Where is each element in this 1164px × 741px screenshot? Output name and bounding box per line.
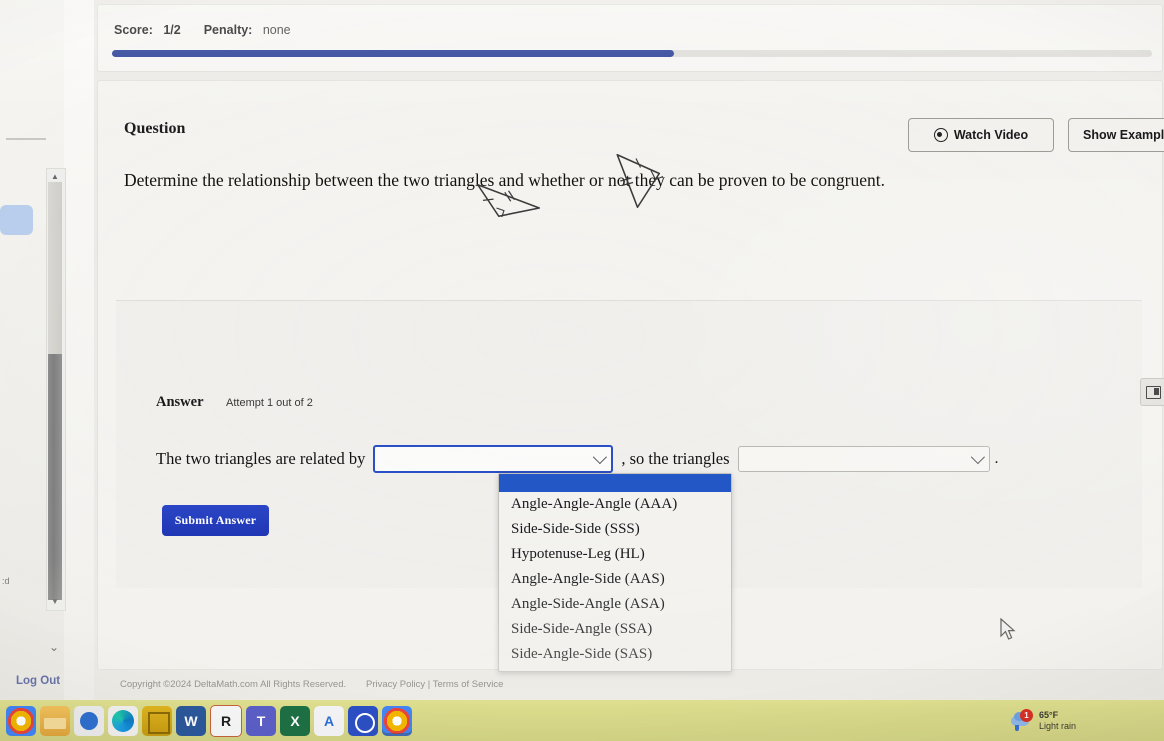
scroll-up-arrow-icon[interactable]: ▲ <box>50 172 60 182</box>
score-label: Score: <box>114 23 153 37</box>
desktop: :d ▲ ▼ ⌄ Log Out Score: 1/2 Penalty: non… <box>0 0 1164 741</box>
mouse-cursor <box>1000 618 1016 640</box>
score-card: Score: 1/2 Penalty: none <box>97 4 1163 72</box>
blue-app-taskbar-icon[interactable] <box>348 706 378 736</box>
congruence-select[interactable] <box>737 446 990 472</box>
submit-answer-button[interactable]: Submit Answer <box>162 505 269 536</box>
answer-sentence-row: The two triangles are related by , so th… <box>156 444 999 474</box>
scrollbar-track-upper[interactable] <box>48 182 62 354</box>
dropdown-option[interactable]: Side-Side-Angle (SSA) <box>499 617 731 642</box>
dropdown-option[interactable]: Side-Side-Side (SSS) <box>499 517 731 542</box>
dropdown-option-blank[interactable] <box>499 474 731 492</box>
relation-select[interactable] <box>373 445 614 473</box>
dropdown-option[interactable]: Angle-Angle-Side (AAS) <box>499 567 731 592</box>
dropdown-option[interactable]: Angle-Angle-Angle (AAA) <box>499 492 731 517</box>
sentence-suffix: . <box>994 450 999 467</box>
background-selected-chip <box>0 205 33 235</box>
score-status-text: Score: 1/2 Penalty: none <box>114 23 291 37</box>
scrollbar-thumb[interactable] <box>48 354 62 600</box>
triangles-figure <box>476 153 664 218</box>
edge-taskbar-icon[interactable] <box>108 706 138 736</box>
answer-heading: Answer <box>156 394 204 410</box>
dropdown-option[interactable]: Angle-Side-Angle (ASA) <box>499 592 731 617</box>
atlas-taskbar-icon[interactable]: A <box>314 706 344 736</box>
file-explorer-taskbar-icon[interactable] <box>40 706 70 736</box>
dropdown-option-list: Angle-Angle-Angle (AAA) Side-Side-Side (S… <box>499 492 731 667</box>
chevron-down-icon <box>970 450 985 465</box>
penalty-label: Penalty: <box>203 23 253 37</box>
rain-cloud-icon: 1 <box>1010 709 1033 731</box>
weather-temperature: 65°F <box>1038 710 1059 720</box>
gold-app-taskbar-icon[interactable] <box>142 706 172 736</box>
window-edge <box>64 0 95 700</box>
excel-taskbar-icon[interactable]: X <box>280 706 310 736</box>
penalty-value: none <box>262 23 291 37</box>
log-out-link[interactable]: Log Out <box>16 675 60 687</box>
page-title: Question <box>124 120 186 137</box>
show-example-button[interactable]: Show Example <box>1068 118 1164 152</box>
chevron-down-icon <box>593 450 608 465</box>
answer-divider <box>116 300 1142 301</box>
taskbar-icon-list: WRTXA <box>6 705 412 737</box>
dropdown-option[interactable]: Hypotenuse-Leg (HL) <box>499 542 731 567</box>
windows-taskbar: WRTXA 1 65°F Light rain <box>0 700 1164 741</box>
watch-video-button[interactable]: Watch Video <box>908 118 1054 152</box>
play-circle-icon <box>933 128 948 142</box>
chrome-taskbar-icon[interactable] <box>6 706 36 736</box>
sentence-middle: , so the triangles <box>621 449 730 468</box>
chrome-active-taskbar-icon[interactable] <box>382 706 412 736</box>
teams-taskbar-icon[interactable]: T <box>246 706 276 736</box>
score-value: 1/2 <box>163 23 181 37</box>
scroll-down-arrow-icon[interactable]: ▼ <box>50 597 60 607</box>
word-taskbar-icon[interactable]: W <box>176 706 206 736</box>
weather-text: 65°F Light rain <box>1039 710 1076 732</box>
watch-video-label: Watch Video <box>953 128 1029 142</box>
weather-widget[interactable]: 1 65°F Light rain <box>1010 706 1076 736</box>
roblox-taskbar-icon[interactable]: R <box>210 705 242 737</box>
copyright-text: Copyright ©2024 DeltaMath.com All Rights… <box>120 679 347 690</box>
show-example-label: Show Example <box>1083 128 1164 142</box>
dropdown-option[interactable]: Side-Angle-Side (SAS) <box>499 642 731 667</box>
background-divider <box>6 138 46 140</box>
right-triangle <box>616 153 664 209</box>
notification-badge: 1 <box>1019 709 1033 722</box>
deltamath-app: Score: 1/2 Penalty: none Question Watch … <box>94 0 1164 700</box>
weather-condition: Light rain <box>1038 721 1076 731</box>
footer: Copyright ©2024 DeltaMath.com All Rights… <box>94 676 1164 696</box>
side-panel-toggle-button[interactable] <box>1140 378 1164 406</box>
chevron-down-icon[interactable]: ⌄ <box>44 640 64 654</box>
background-text-fragment: :d <box>2 576 10 586</box>
left-triangle <box>476 183 541 218</box>
submit-answer-label: Submit Answer <box>174 513 257 527</box>
legal-links[interactable]: Privacy Policy | Terms of Service <box>366 679 503 690</box>
progress-fill <box>112 50 674 57</box>
attempt-counter: Attempt 1 out of 2 <box>226 397 313 409</box>
relation-select-dropdown[interactable]: Angle-Angle-Angle (AAA) Side-Side-Side (S… <box>498 473 732 672</box>
settings-taskbar-icon[interactable] <box>74 706 104 736</box>
panel-icon <box>1145 385 1161 399</box>
sentence-prefix: The two triangles are related by <box>156 449 366 468</box>
